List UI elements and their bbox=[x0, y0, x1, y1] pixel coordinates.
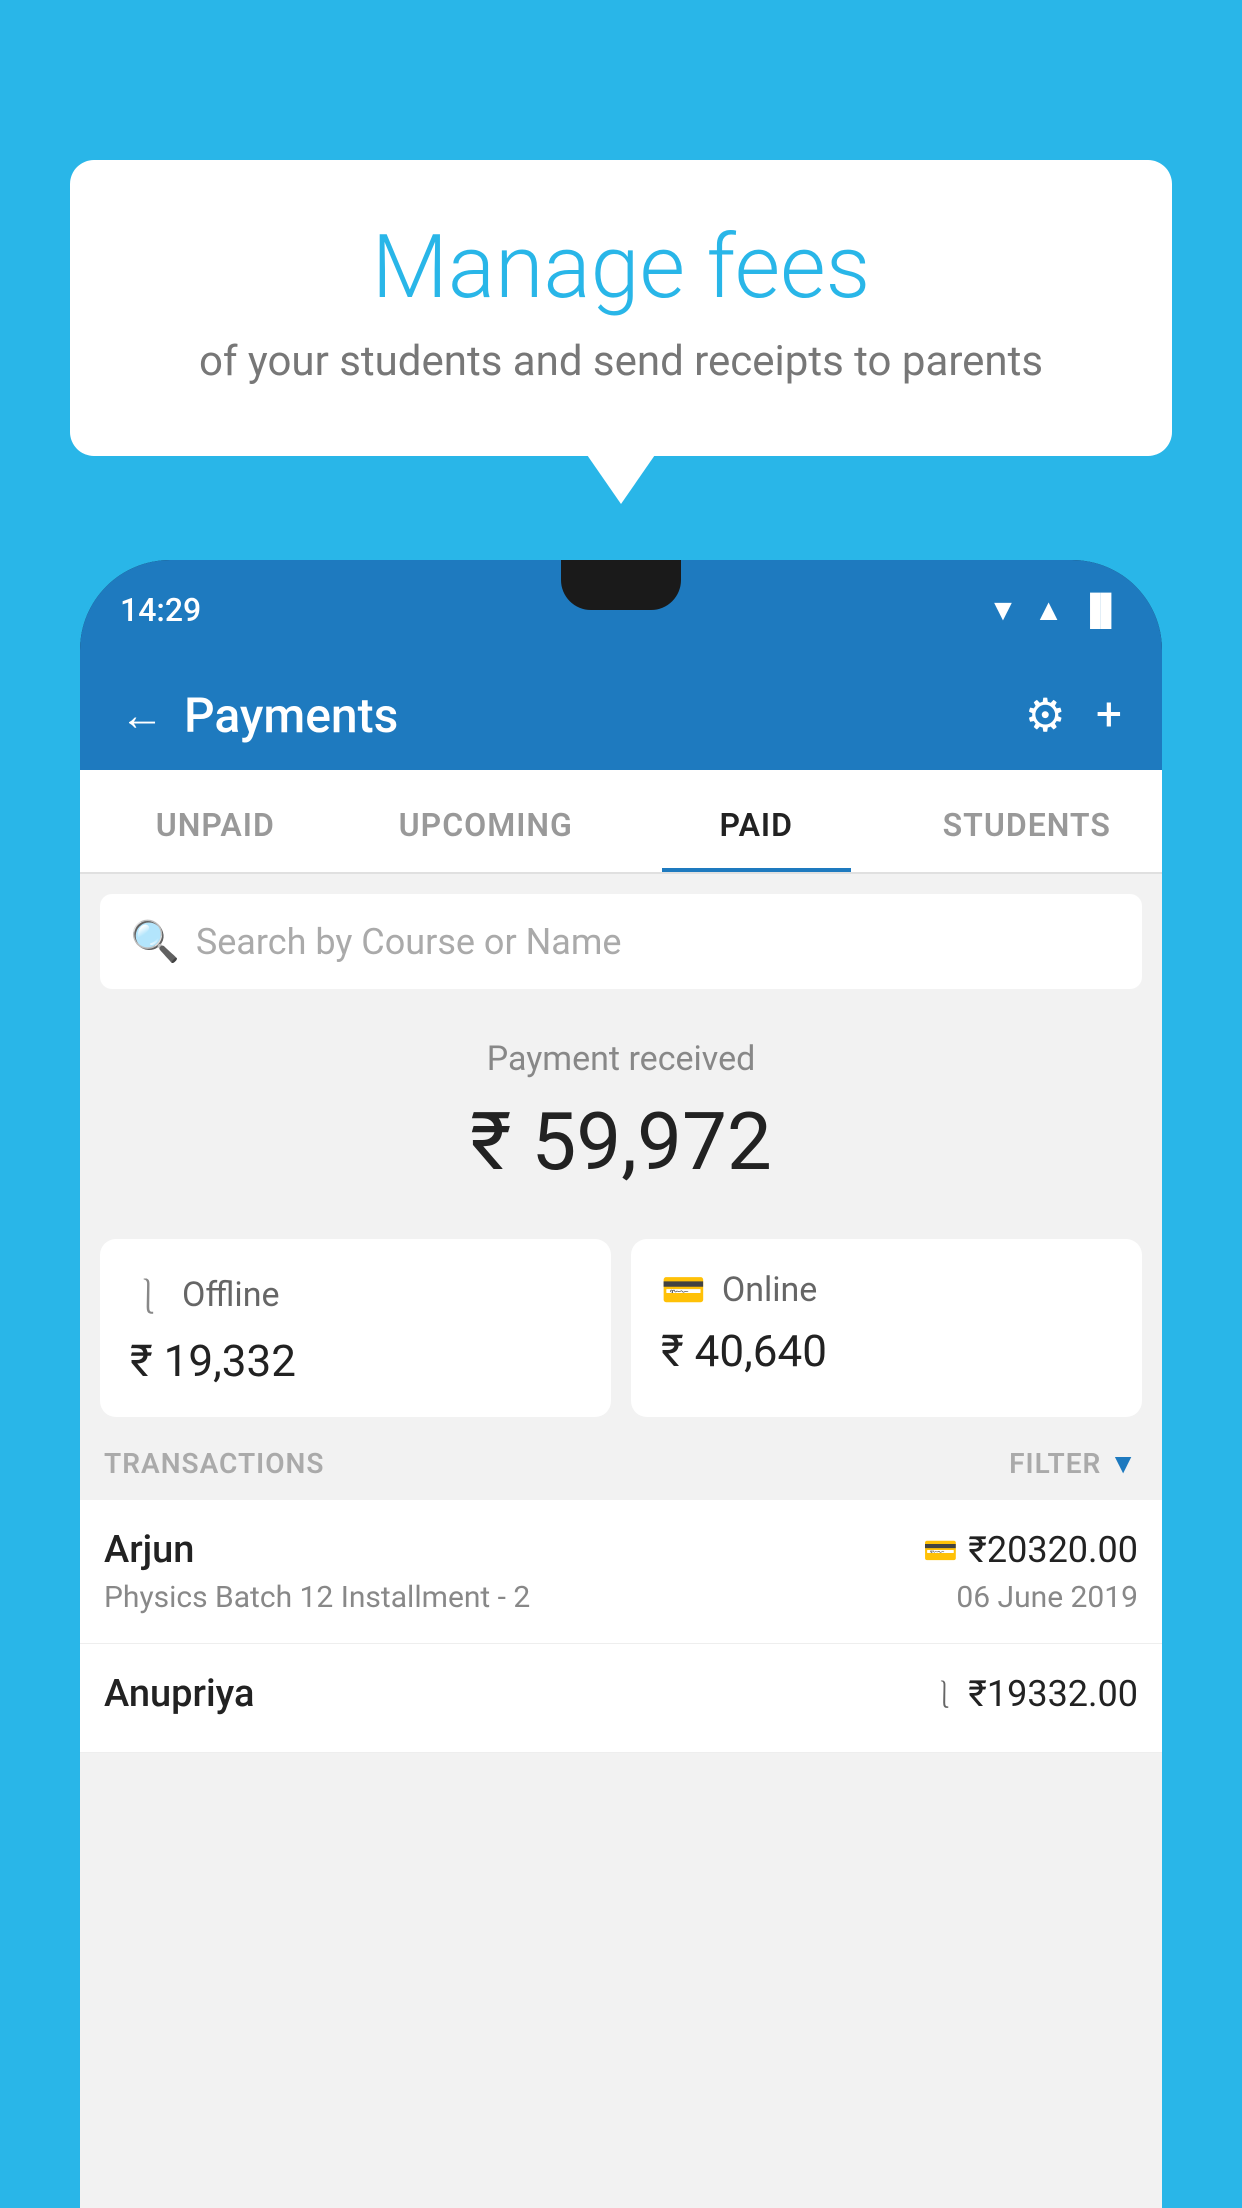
online-amount: ₹ 40,640 bbox=[661, 1325, 1112, 1377]
phone-frame: 14:29 ▼ ▲ ▐▌ ← Payments ⚙ + UNPAID UPCOM… bbox=[80, 560, 1162, 2208]
tab-unpaid[interactable]: UNPAID bbox=[80, 770, 351, 872]
offline-card-top: ⎱ Offline bbox=[130, 1269, 581, 1321]
cash-payment-icon: ⎱ bbox=[930, 1674, 958, 1714]
add-button[interactable]: + bbox=[1096, 688, 1122, 742]
online-card-top: 💳 Online bbox=[661, 1269, 1112, 1311]
bubble-subtitle: of your students and send receipts to pa… bbox=[120, 337, 1122, 386]
bubble-title: Manage fees bbox=[120, 220, 1122, 317]
payment-section: Payment received ₹ 59,972 bbox=[80, 989, 1162, 1219]
offline-amount: ₹ 19,332 bbox=[130, 1335, 581, 1387]
transaction-row[interactable]: Arjun 💳 ₹20320.00 Physics Batch 12 Insta… bbox=[80, 1500, 1162, 1644]
tx-date-1: 06 June 2019 bbox=[956, 1580, 1138, 1615]
page-title: Payments bbox=[184, 687, 398, 744]
student-name-2: Anupriya bbox=[104, 1672, 254, 1716]
notch bbox=[561, 560, 681, 610]
transaction-top-1: Arjun 💳 ₹20320.00 bbox=[104, 1528, 1138, 1572]
tx-amount-1: ₹20320.00 bbox=[968, 1529, 1138, 1571]
transaction-top-2: Anupriya ⎱ ₹19332.00 bbox=[104, 1672, 1138, 1716]
status-time: 14:29 bbox=[120, 591, 201, 629]
speech-bubble: Manage fees of your students and send re… bbox=[70, 160, 1172, 456]
tab-paid[interactable]: PAID bbox=[621, 770, 892, 872]
wifi-icon: ▼ bbox=[988, 593, 1018, 628]
tx-amount-2: ₹19332.00 bbox=[968, 1673, 1138, 1715]
search-input[interactable]: Search by Course or Name bbox=[196, 921, 622, 963]
card-icon: 💳 bbox=[661, 1269, 706, 1311]
transactions-header: TRANSACTIONS FILTER ▼ bbox=[80, 1417, 1162, 1500]
status-bar: 14:29 ▼ ▲ ▐▌ bbox=[80, 560, 1162, 660]
card-payment-icon: 💳 bbox=[923, 1534, 958, 1567]
transaction-bottom-1: Physics Batch 12 Installment - 2 06 June… bbox=[104, 1580, 1138, 1615]
app-header: ← Payments ⚙ + bbox=[80, 660, 1162, 770]
tab-bar: UNPAID UPCOMING PAID STUDENTS bbox=[80, 770, 1162, 874]
signal-icon: ▲ bbox=[1034, 593, 1064, 628]
battery-icon: ▐▌ bbox=[1079, 593, 1122, 628]
status-icons: ▼ ▲ ▐▌ bbox=[988, 593, 1122, 628]
payment-amount: ₹ 59,972 bbox=[100, 1095, 1142, 1189]
tab-students[interactable]: STUDENTS bbox=[892, 770, 1163, 872]
cash-icon: ⎱ bbox=[130, 1269, 166, 1321]
payment-label: Payment received bbox=[100, 1039, 1142, 1079]
transaction-row-2[interactable]: Anupriya ⎱ ₹19332.00 bbox=[80, 1644, 1162, 1753]
tab-upcoming[interactable]: UPCOMING bbox=[351, 770, 622, 872]
amount-wrap-1: 💳 ₹20320.00 bbox=[923, 1529, 1138, 1571]
filter-icon: ▼ bbox=[1109, 1447, 1138, 1480]
phone-content: 🔍 Search by Course or Name Payment recei… bbox=[80, 874, 1162, 2208]
header-left: ← Payments bbox=[120, 687, 398, 744]
cards-row: ⎱ Offline ₹ 19,332 💳 Online ₹ 40,640 bbox=[100, 1239, 1142, 1417]
online-label: Online bbox=[722, 1270, 818, 1310]
search-icon: 🔍 bbox=[130, 918, 180, 965]
transaction-list: Arjun 💳 ₹20320.00 Physics Batch 12 Insta… bbox=[80, 1500, 1162, 1753]
course-info-1: Physics Batch 12 Installment - 2 bbox=[104, 1580, 530, 1615]
back-button[interactable]: ← bbox=[120, 689, 164, 741]
header-right: ⚙ + bbox=[1025, 688, 1122, 743]
amount-wrap-2: ⎱ ₹19332.00 bbox=[930, 1673, 1138, 1715]
online-card: 💳 Online ₹ 40,640 bbox=[631, 1239, 1142, 1417]
search-container[interactable]: 🔍 Search by Course or Name bbox=[100, 894, 1142, 989]
offline-label: Offline bbox=[182, 1275, 279, 1315]
filter-button[interactable]: FILTER ▼ bbox=[1009, 1447, 1138, 1480]
transactions-label: TRANSACTIONS bbox=[104, 1447, 324, 1480]
gear-icon[interactable]: ⚙ bbox=[1025, 688, 1066, 743]
student-name-1: Arjun bbox=[104, 1528, 194, 1572]
offline-card: ⎱ Offline ₹ 19,332 bbox=[100, 1239, 611, 1417]
